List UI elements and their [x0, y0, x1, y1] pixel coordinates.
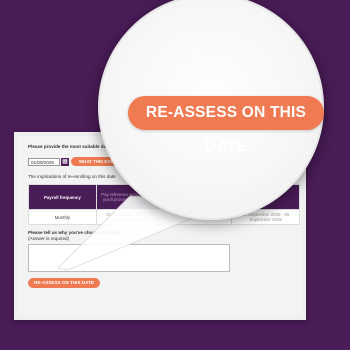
- reassess-button-magnified[interactable]: RE-ASSESS ON THIS DATE: [128, 96, 324, 155]
